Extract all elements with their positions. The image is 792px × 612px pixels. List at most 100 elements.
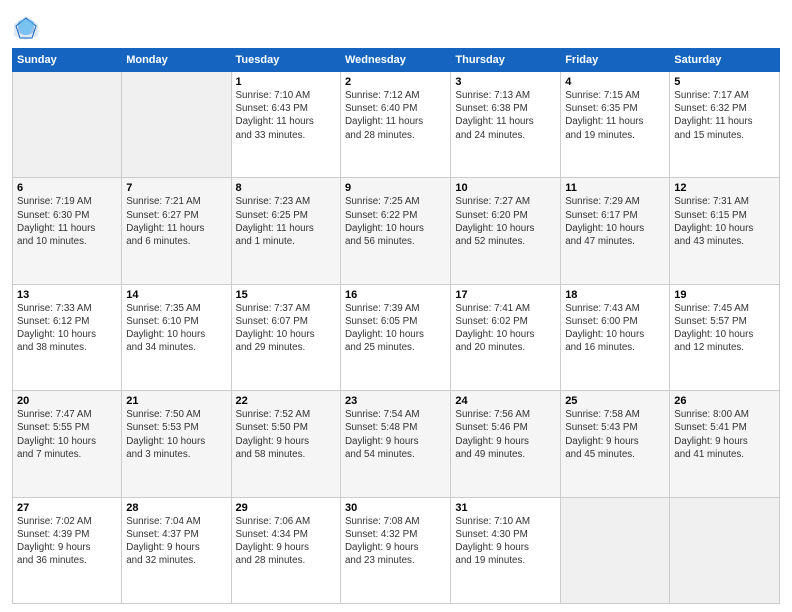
day-number: 2 — [345, 76, 446, 88]
calendar-cell: 15Sunrise: 7:37 AM Sunset: 6:07 PM Dayli… — [231, 284, 340, 390]
calendar-cell: 7Sunrise: 7:21 AM Sunset: 6:27 PM Daylig… — [122, 178, 231, 284]
logo-icon — [12, 14, 40, 42]
day-number: 15 — [236, 289, 336, 301]
calendar-cell: 2Sunrise: 7:12 AM Sunset: 6:40 PM Daylig… — [340, 72, 450, 178]
page: SundayMondayTuesdayWednesdayThursdayFrid… — [0, 0, 792, 612]
calendar-week-row: 1Sunrise: 7:10 AM Sunset: 6:43 PM Daylig… — [13, 72, 780, 178]
day-number: 6 — [17, 182, 117, 194]
header-day-saturday: Saturday — [670, 49, 780, 72]
calendar-cell: 10Sunrise: 7:27 AM Sunset: 6:20 PM Dayli… — [451, 178, 561, 284]
day-number: 14 — [126, 289, 226, 301]
calendar-cell: 23Sunrise: 7:54 AM Sunset: 5:48 PM Dayli… — [340, 391, 450, 497]
day-info: Sunrise: 7:37 AM Sunset: 6:07 PM Dayligh… — [236, 302, 336, 355]
day-info: Sunrise: 7:56 AM Sunset: 5:46 PM Dayligh… — [455, 408, 556, 461]
calendar-cell: 16Sunrise: 7:39 AM Sunset: 6:05 PM Dayli… — [340, 284, 450, 390]
day-number: 25 — [565, 395, 665, 407]
calendar-cell: 1Sunrise: 7:10 AM Sunset: 6:43 PM Daylig… — [231, 72, 340, 178]
day-number: 21 — [126, 395, 226, 407]
header — [12, 10, 780, 42]
day-number: 13 — [17, 289, 117, 301]
day-number: 28 — [126, 502, 226, 514]
day-number: 4 — [565, 76, 665, 88]
header-day-friday: Friday — [561, 49, 670, 72]
day-info: Sunrise: 7:15 AM Sunset: 6:35 PM Dayligh… — [565, 89, 665, 142]
calendar-cell: 11Sunrise: 7:29 AM Sunset: 6:17 PM Dayli… — [561, 178, 670, 284]
calendar-cell: 17Sunrise: 7:41 AM Sunset: 6:02 PM Dayli… — [451, 284, 561, 390]
day-info: Sunrise: 8:00 AM Sunset: 5:41 PM Dayligh… — [674, 408, 775, 461]
header-day-wednesday: Wednesday — [340, 49, 450, 72]
day-number: 23 — [345, 395, 446, 407]
day-number: 29 — [236, 502, 336, 514]
day-info: Sunrise: 7:39 AM Sunset: 6:05 PM Dayligh… — [345, 302, 446, 355]
calendar-week-row: 20Sunrise: 7:47 AM Sunset: 5:55 PM Dayli… — [13, 391, 780, 497]
calendar-week-row: 13Sunrise: 7:33 AM Sunset: 6:12 PM Dayli… — [13, 284, 780, 390]
day-number: 17 — [455, 289, 556, 301]
day-number: 3 — [455, 76, 556, 88]
day-number: 31 — [455, 502, 556, 514]
day-number: 18 — [565, 289, 665, 301]
day-info: Sunrise: 7:13 AM Sunset: 6:38 PM Dayligh… — [455, 89, 556, 142]
day-number: 24 — [455, 395, 556, 407]
calendar-cell: 25Sunrise: 7:58 AM Sunset: 5:43 PM Dayli… — [561, 391, 670, 497]
calendar-week-row: 27Sunrise: 7:02 AM Sunset: 4:39 PM Dayli… — [13, 497, 780, 603]
day-number: 12 — [674, 182, 775, 194]
day-number: 1 — [236, 76, 336, 88]
calendar-cell: 20Sunrise: 7:47 AM Sunset: 5:55 PM Dayli… — [13, 391, 122, 497]
calendar-cell: 26Sunrise: 8:00 AM Sunset: 5:41 PM Dayli… — [670, 391, 780, 497]
day-info: Sunrise: 7:29 AM Sunset: 6:17 PM Dayligh… — [565, 195, 665, 248]
header-day-tuesday: Tuesday — [231, 49, 340, 72]
day-info: Sunrise: 7:52 AM Sunset: 5:50 PM Dayligh… — [236, 408, 336, 461]
calendar-cell: 18Sunrise: 7:43 AM Sunset: 6:00 PM Dayli… — [561, 284, 670, 390]
day-info: Sunrise: 7:10 AM Sunset: 6:43 PM Dayligh… — [236, 89, 336, 142]
day-info: Sunrise: 7:47 AM Sunset: 5:55 PM Dayligh… — [17, 408, 117, 461]
day-info: Sunrise: 7:31 AM Sunset: 6:15 PM Dayligh… — [674, 195, 775, 248]
day-number: 11 — [565, 182, 665, 194]
day-number: 10 — [455, 182, 556, 194]
day-info: Sunrise: 7:27 AM Sunset: 6:20 PM Dayligh… — [455, 195, 556, 248]
calendar-cell — [13, 72, 122, 178]
calendar-cell — [670, 497, 780, 603]
day-info: Sunrise: 7:23 AM Sunset: 6:25 PM Dayligh… — [236, 195, 336, 248]
day-info: Sunrise: 7:50 AM Sunset: 5:53 PM Dayligh… — [126, 408, 226, 461]
day-info: Sunrise: 7:35 AM Sunset: 6:10 PM Dayligh… — [126, 302, 226, 355]
day-info: Sunrise: 7:02 AM Sunset: 4:39 PM Dayligh… — [17, 515, 117, 568]
calendar-cell: 22Sunrise: 7:52 AM Sunset: 5:50 PM Dayli… — [231, 391, 340, 497]
calendar-cell: 21Sunrise: 7:50 AM Sunset: 5:53 PM Dayli… — [122, 391, 231, 497]
day-number: 8 — [236, 182, 336, 194]
day-info: Sunrise: 7:10 AM Sunset: 4:30 PM Dayligh… — [455, 515, 556, 568]
day-number: 16 — [345, 289, 446, 301]
day-info: Sunrise: 7:04 AM Sunset: 4:37 PM Dayligh… — [126, 515, 226, 568]
day-info: Sunrise: 7:17 AM Sunset: 6:32 PM Dayligh… — [674, 89, 775, 142]
day-info: Sunrise: 7:54 AM Sunset: 5:48 PM Dayligh… — [345, 408, 446, 461]
calendar-table: SundayMondayTuesdayWednesdayThursdayFrid… — [12, 48, 780, 604]
day-info: Sunrise: 7:12 AM Sunset: 6:40 PM Dayligh… — [345, 89, 446, 142]
calendar-cell: 24Sunrise: 7:56 AM Sunset: 5:46 PM Dayli… — [451, 391, 561, 497]
day-number: 9 — [345, 182, 446, 194]
calendar-cell: 4Sunrise: 7:15 AM Sunset: 6:35 PM Daylig… — [561, 72, 670, 178]
day-number: 7 — [126, 182, 226, 194]
calendar-header-row: SundayMondayTuesdayWednesdayThursdayFrid… — [13, 49, 780, 72]
day-number: 22 — [236, 395, 336, 407]
header-day-thursday: Thursday — [451, 49, 561, 72]
calendar-cell: 3Sunrise: 7:13 AM Sunset: 6:38 PM Daylig… — [451, 72, 561, 178]
day-number: 19 — [674, 289, 775, 301]
calendar-week-row: 6Sunrise: 7:19 AM Sunset: 6:30 PM Daylig… — [13, 178, 780, 284]
calendar-cell: 12Sunrise: 7:31 AM Sunset: 6:15 PM Dayli… — [670, 178, 780, 284]
day-number: 27 — [17, 502, 117, 514]
calendar-cell: 14Sunrise: 7:35 AM Sunset: 6:10 PM Dayli… — [122, 284, 231, 390]
day-info: Sunrise: 7:45 AM Sunset: 5:57 PM Dayligh… — [674, 302, 775, 355]
calendar-cell: 31Sunrise: 7:10 AM Sunset: 4:30 PM Dayli… — [451, 497, 561, 603]
day-info: Sunrise: 7:33 AM Sunset: 6:12 PM Dayligh… — [17, 302, 117, 355]
day-info: Sunrise: 7:08 AM Sunset: 4:32 PM Dayligh… — [345, 515, 446, 568]
day-number: 5 — [674, 76, 775, 88]
day-number: 20 — [17, 395, 117, 407]
logo — [12, 14, 44, 42]
calendar-cell: 29Sunrise: 7:06 AM Sunset: 4:34 PM Dayli… — [231, 497, 340, 603]
day-number: 26 — [674, 395, 775, 407]
day-info: Sunrise: 7:43 AM Sunset: 6:00 PM Dayligh… — [565, 302, 665, 355]
day-number: 30 — [345, 502, 446, 514]
calendar-cell: 28Sunrise: 7:04 AM Sunset: 4:37 PM Dayli… — [122, 497, 231, 603]
header-day-monday: Monday — [122, 49, 231, 72]
calendar-cell — [561, 497, 670, 603]
calendar-cell: 30Sunrise: 7:08 AM Sunset: 4:32 PM Dayli… — [340, 497, 450, 603]
